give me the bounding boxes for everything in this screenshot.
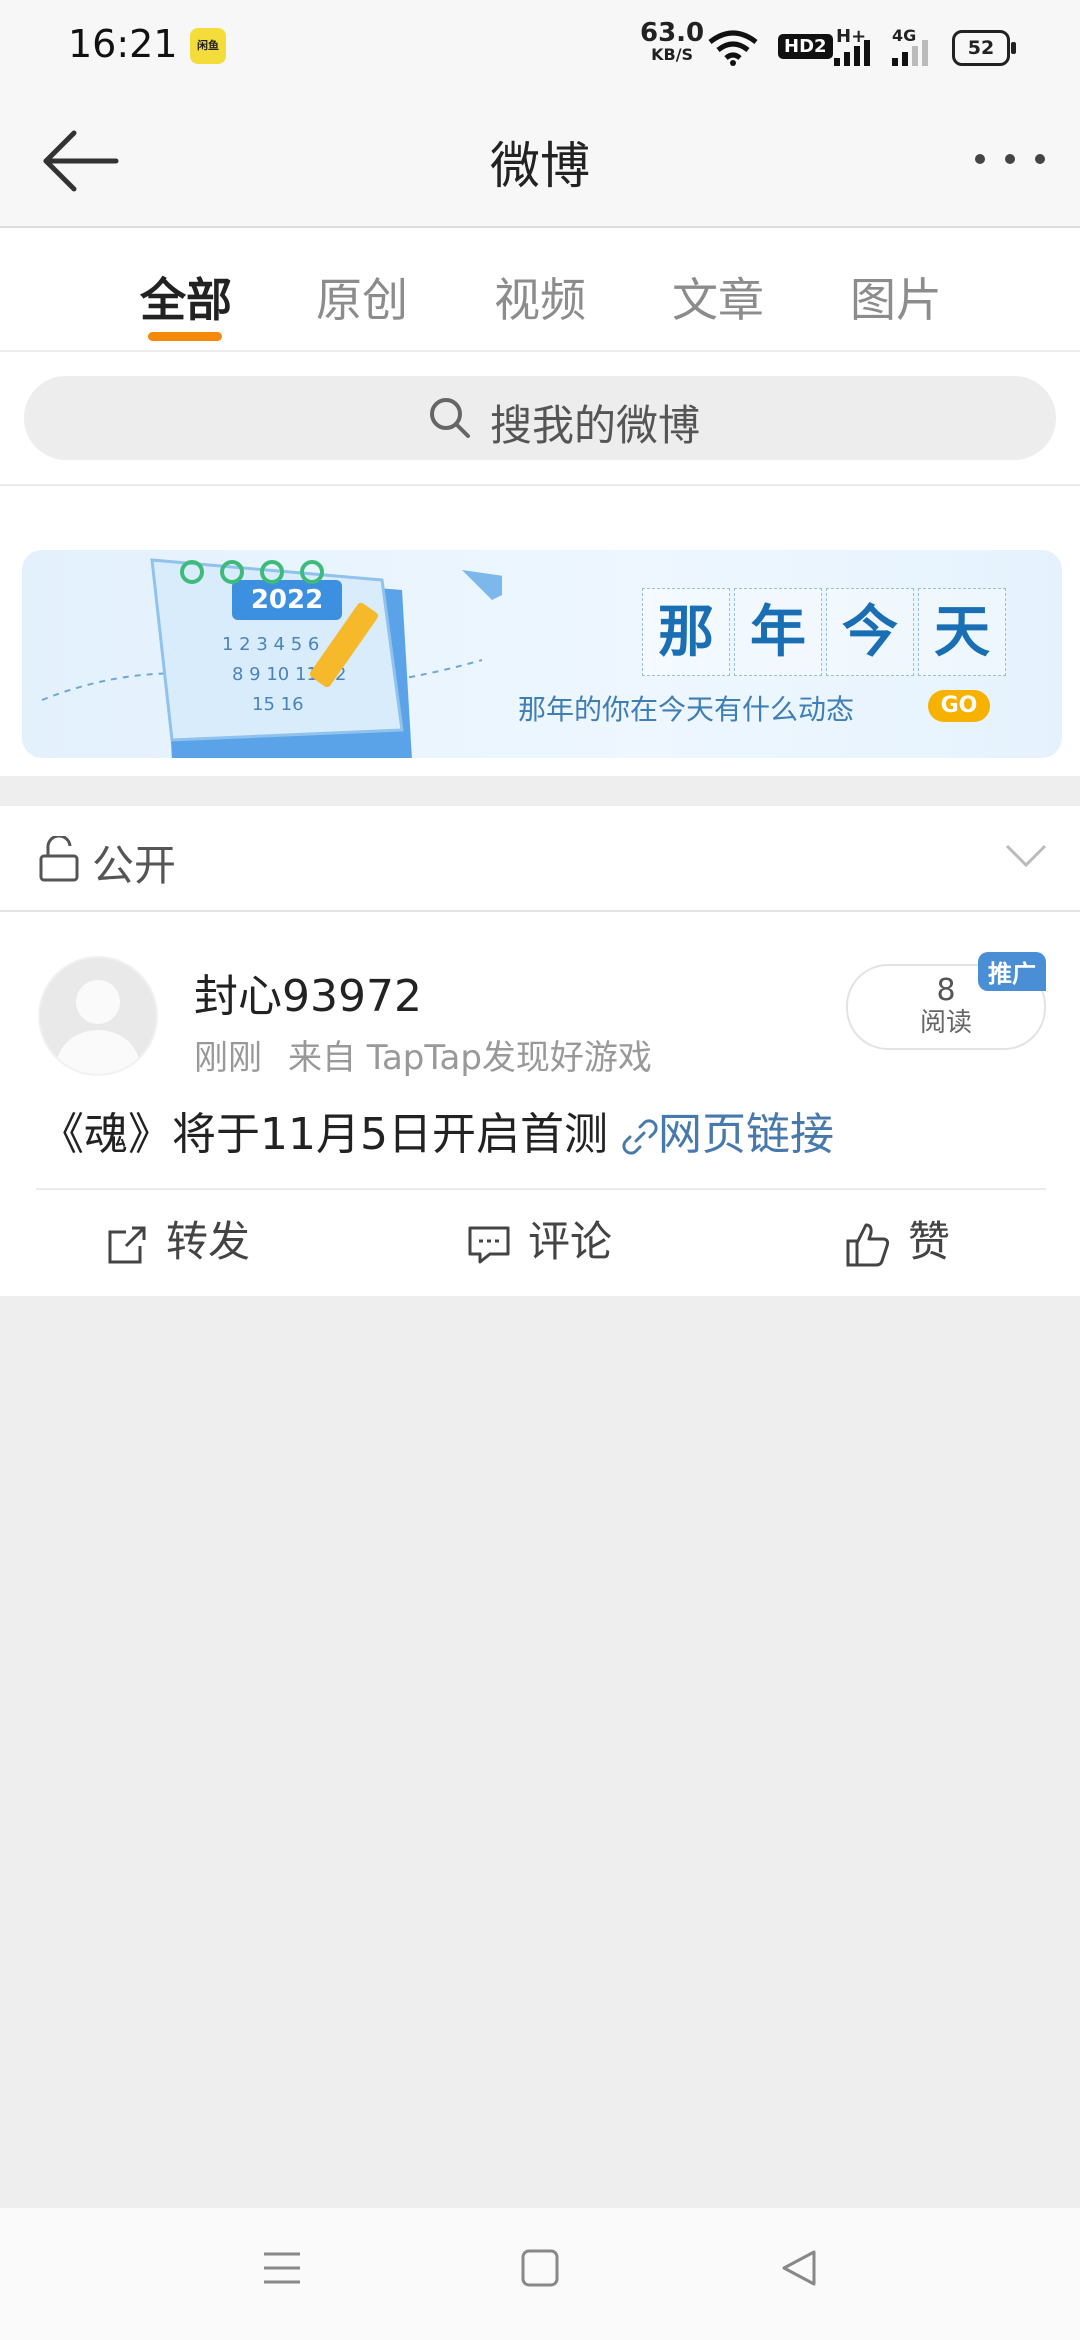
- repost-label: 转发: [166, 1217, 251, 1266]
- post-card[interactable]: 封心93972 刚刚 来自 TapTap发现好游戏 8 阅读 推广 《魂》将于11…: [0, 912, 1080, 1296]
- network-speed: 63.0 KB/S: [640, 18, 705, 66]
- comment-button[interactable]: 评论: [466, 1208, 612, 1278]
- link-icon: [622, 1119, 658, 1155]
- signal-icon: [834, 40, 870, 66]
- divider: [36, 1188, 1046, 1190]
- app-notification-icon: 闲鱼: [190, 28, 226, 64]
- menu-icon[interactable]: [262, 2248, 302, 2288]
- banner-title-char: 今: [826, 588, 914, 676]
- status-time: 16:21: [68, 22, 178, 66]
- more-options-icon[interactable]: [970, 134, 1050, 184]
- tab-video[interactable]: 视频: [494, 264, 586, 330]
- tab-original[interactable]: 原创: [316, 264, 408, 330]
- banner-subtitle: 那年的你在今天有什么动态: [518, 693, 855, 726]
- banner-section: 2022 1 2 3 4 5 6 8 9 10 11 12 15 16 那 年 …: [0, 486, 1080, 776]
- banner-go-button[interactable]: GO: [928, 690, 990, 722]
- search-placeholder: 搜我的微博: [490, 401, 701, 450]
- banner-title-char: 年: [734, 588, 822, 676]
- wifi-icon: [708, 30, 758, 66]
- calendar-illustration: 2022 1 2 3 4 5 6 8 9 10 11 12 15 16: [41, 558, 502, 758]
- read-label: 阅读: [919, 1008, 972, 1038]
- status-bar: 16:21 闲鱼 63.0 KB/S HD2 H+ 4G 52: [0, 0, 1080, 96]
- post-content: 《魂》将于11月5日开启首测 网页链接: [40, 1098, 834, 1162]
- tab-article[interactable]: 文章: [672, 264, 764, 330]
- post-username[interactable]: 封心93972: [194, 960, 422, 1024]
- post-text: 《魂》将于11月5日开启首测: [40, 1109, 608, 1160]
- network-speed-value: 63.0: [640, 18, 705, 48]
- unlock-icon: [39, 836, 79, 882]
- search-section: 搜我的微博: [0, 352, 1080, 486]
- promo-tag[interactable]: 推广: [978, 952, 1046, 991]
- tab-all[interactable]: 全部: [140, 264, 232, 330]
- on-this-day-banner[interactable]: 2022 1 2 3 4 5 6 8 9 10 11 12 15 16 那 年 …: [22, 550, 1062, 758]
- filter-tabs: 全部 原创 视频 文章 图片: [0, 228, 1080, 352]
- repost-button[interactable]: 转发: [104, 1208, 250, 1278]
- hd-voice-icon: HD2: [778, 34, 833, 59]
- banner-title-char: 那: [642, 588, 730, 676]
- search-input[interactable]: 搜我的微博: [24, 376, 1056, 460]
- banner-title: 那 年 今 天: [642, 588, 1010, 676]
- like-button[interactable]: 赞: [844, 1208, 950, 1278]
- like-label: 赞: [908, 1217, 951, 1266]
- battery-icon: 52: [952, 30, 1016, 66]
- system-nav-bar: [0, 2208, 1080, 2340]
- web-link[interactable]: 网页链接: [658, 1109, 834, 1160]
- visibility-filter[interactable]: 公开: [0, 806, 1080, 912]
- comment-label: 评论: [528, 1217, 613, 1266]
- back-icon[interactable]: [778, 2248, 818, 2288]
- svg-text:15 16: 15 16: [252, 694, 304, 715]
- calendar-year: 2022: [251, 585, 323, 615]
- banner-title-char: 天: [918, 588, 1006, 676]
- default-avatar-icon: [54, 980, 142, 1074]
- nav-bar: 微博: [0, 96, 1080, 228]
- comment-icon: [468, 1226, 510, 1263]
- page-title: 微博: [490, 137, 590, 195]
- post-time: 刚刚: [194, 1038, 262, 1078]
- post-meta: 刚刚 来自 TapTap发现好游戏: [194, 1030, 652, 1079]
- search-icon: [430, 398, 470, 438]
- active-tab-indicator: [148, 332, 222, 341]
- visibility-label: 公开: [92, 841, 177, 890]
- repost-icon: [108, 1226, 146, 1263]
- thumbs-up-icon: [846, 1223, 890, 1266]
- chevron-down-icon[interactable]: [1004, 842, 1048, 870]
- post-source: 来自 TapTap发现好游戏: [288, 1038, 652, 1078]
- avatar[interactable]: [38, 956, 158, 1076]
- signal-icon-2: [892, 40, 928, 66]
- svg-text:1 2 3 4 5 6: 1 2 3 4 5 6: [222, 634, 319, 655]
- home-icon[interactable]: [520, 2248, 560, 2288]
- tab-picture[interactable]: 图片: [850, 264, 942, 330]
